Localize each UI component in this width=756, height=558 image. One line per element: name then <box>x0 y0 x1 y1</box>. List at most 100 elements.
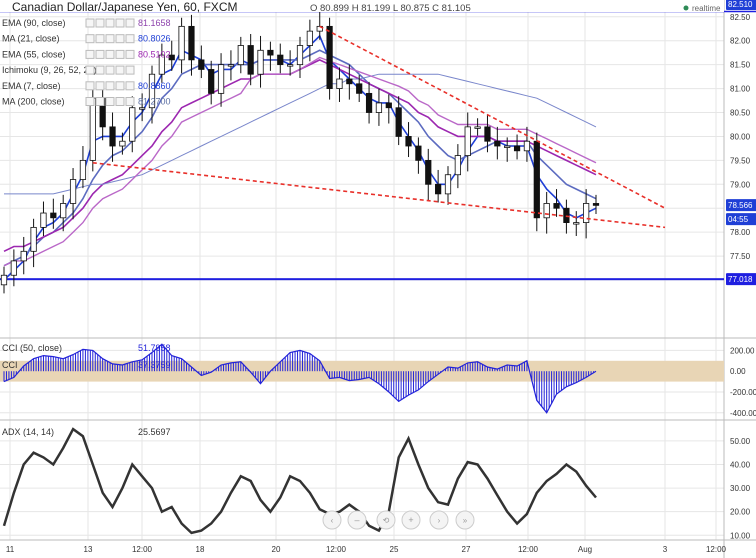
candle <box>198 59 205 70</box>
legend-control-icon <box>115 97 125 106</box>
x-tick-label: 3 <box>663 545 668 554</box>
legend-control-icon <box>115 18 125 28</box>
legend-control-icon <box>115 65 125 75</box>
adx-panel[interactable] <box>2 427 597 535</box>
y-tick-label: 81.50 <box>730 61 751 70</box>
legend-control-icon <box>95 34 105 44</box>
candle <box>405 136 412 147</box>
candle <box>464 126 471 156</box>
candle <box>79 159 87 180</box>
cci-value-2: 37.3759 <box>138 360 171 370</box>
legend-control-icon <box>115 34 125 44</box>
legend-label: Ichimoku (9, 26, 52, 26) <box>2 65 97 75</box>
x-tick-label: 18 <box>196 545 205 554</box>
cci-value: 51.7958 <box>138 343 171 353</box>
candle <box>553 203 560 209</box>
candle <box>237 45 244 66</box>
candle <box>129 107 136 142</box>
candle <box>425 159 432 185</box>
x-tick-label: 12:00 <box>518 545 539 554</box>
svg-text:»: » <box>463 516 468 525</box>
legend-value: 81.2700 <box>138 97 171 107</box>
candle <box>247 45 254 75</box>
y-tick-label: 81.00 <box>730 85 751 94</box>
realtime-dot <box>683 5 689 11</box>
x-tick-label: 27 <box>462 545 471 554</box>
candle <box>119 140 126 147</box>
legend-control-icon <box>95 18 105 28</box>
legend-control-icon <box>125 34 135 44</box>
candle <box>30 226 37 252</box>
trendline <box>92 161 666 229</box>
indicator-legend[interactable]: EMA (90, close) 81.1658 MA (21, close) 80.8… <box>2 18 171 107</box>
legend-control-icon <box>105 34 115 44</box>
candle <box>296 45 304 66</box>
x-tick-label: 12:00 <box>132 545 153 554</box>
legend-control-icon <box>85 34 95 44</box>
candle <box>0 274 8 286</box>
adx-label: ADX (14, 14) <box>2 427 54 437</box>
cci-panel[interactable] <box>0 343 724 414</box>
legend-control-icon <box>85 18 95 28</box>
cci-tick-label: 0.00 <box>730 367 746 376</box>
candle <box>40 212 47 228</box>
legend-value: 80.5102 <box>138 49 171 59</box>
candle <box>543 203 550 219</box>
ohlc-readout: O 80.899 H 81.199 L 80.875 C 81.105 <box>310 3 471 14</box>
x-tick-label: 12:00 <box>326 545 347 554</box>
x-tick-label: 11 <box>6 545 15 554</box>
price-badge-support: 77.018 <box>728 275 753 284</box>
legend-control-icon <box>125 18 135 28</box>
candle <box>277 54 284 66</box>
cci-tick-label: -400.00 <box>730 409 756 418</box>
candle <box>178 25 185 61</box>
svg-text:–: – <box>354 515 359 525</box>
y-tick-label: 82.50 <box>730 13 751 22</box>
candle <box>50 212 57 219</box>
candle <box>533 140 540 219</box>
cci-tick-label: 200.00 <box>730 346 755 355</box>
legend-value: 80.8026 <box>138 34 171 44</box>
candle <box>20 250 27 262</box>
candle <box>435 183 442 195</box>
legend-control-icon <box>85 49 95 59</box>
candle <box>454 155 461 176</box>
candle <box>227 64 235 67</box>
cci-tick-label: -200.00 <box>730 388 756 397</box>
cci-label-2: CCI <box>2 360 18 370</box>
adx-value: 25.5697 <box>138 427 171 437</box>
x-tick-label: 12:00 <box>706 545 727 554</box>
price-badge-current: 78.566 <box>728 201 753 210</box>
header: Canadian Dollar/Japanese Yen, 60, FXCM O… <box>0 0 724 14</box>
x-tick-label: 25 <box>390 545 399 554</box>
candle <box>385 102 392 109</box>
cci-label: CCI (50, close) <box>2 343 62 353</box>
legend-control-icon <box>105 65 115 75</box>
support-line <box>0 278 724 281</box>
legend-control-icon <box>105 97 115 106</box>
legend-control-icon <box>125 49 135 59</box>
navigation-controls[interactable]: ‹ – ⟲ + › » <box>322 510 475 530</box>
legend-value: 80.8860 <box>138 81 171 91</box>
candle <box>573 222 580 225</box>
chart-root: 77.0077.5078.0078.5079.0079.5080.0080.50… <box>0 0 756 558</box>
adx-tick-label: 30.00 <box>730 484 751 493</box>
legend-control-icon <box>85 81 95 91</box>
candle <box>306 30 313 46</box>
candle <box>139 107 146 110</box>
candle <box>346 78 353 85</box>
candle <box>208 69 215 94</box>
adx-legend[interactable]: ADX (14, 14) 25.5697 <box>2 427 171 437</box>
candle <box>563 207 570 223</box>
candle <box>484 126 491 142</box>
legend-control-icon <box>125 81 135 91</box>
y-tick-label: 82.00 <box>730 37 751 46</box>
y-tick-label: 80.00 <box>730 132 751 141</box>
candle <box>188 25 195 61</box>
candle <box>474 126 481 129</box>
candle <box>217 64 225 94</box>
legend-control-icon <box>115 49 125 59</box>
candle <box>583 203 590 223</box>
candle <box>494 140 501 147</box>
candle <box>415 145 422 161</box>
